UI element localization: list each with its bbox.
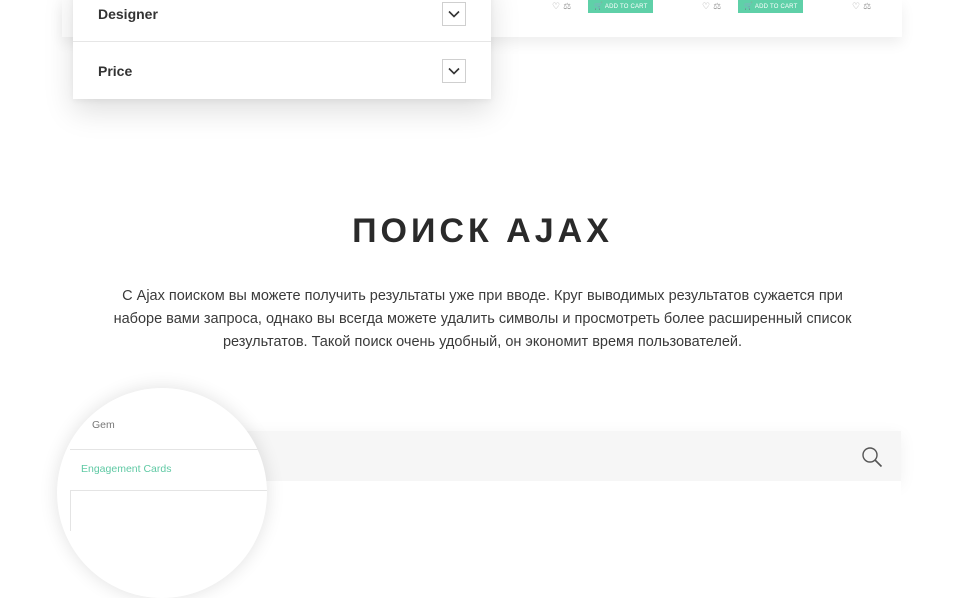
search-icon[interactable] [861,446,883,473]
compare-icon[interactable]: ⚖ [563,2,571,11]
add-to-cart-label: ADD TO CART [754,4,798,10]
compare-icon[interactable]: ⚖ [713,2,721,11]
add-to-cart-label: ADD TO CART [604,4,648,10]
suggestion-item[interactable]: Gem [70,414,267,436]
suggestion-item-active[interactable]: Engagement Cards [70,449,267,491]
cart-icon: 🛒 [594,3,603,10]
cart-icon: 🛒 [744,3,753,10]
compare-icon[interactable]: ⚖ [863,2,871,11]
section-title: ПОИСК AJAX [352,212,613,250]
filter-panel: Designer Price [73,0,491,99]
add-to-cart-button[interactable]: 🛒 ADD TO CART [738,0,804,13]
chevron-down-icon[interactable] [442,1,466,26]
search-suggestions-magnifier: Gem Engagement Cards [57,388,267,598]
chevron-down-icon[interactable] [442,59,466,83]
heart-icon[interactable]: ♡ [852,2,860,11]
product-actions: ♡ ⚖ [702,0,721,13]
section-description: С Ajax поиском вы можете получить резуль… [113,288,852,350]
suggestion-item[interactable] [70,491,267,531]
filter-designer[interactable]: Designer [73,0,491,42]
product-actions: ♡ ⚖ [852,0,871,13]
search-input[interactable] [170,431,901,482]
add-to-cart-button[interactable]: 🛒 ADD TO CART [588,0,654,13]
heart-icon[interactable]: ♡ [552,2,560,11]
filter-label: Designer [98,5,158,22]
filter-price[interactable]: Price [73,43,491,99]
product-actions: ♡ ⚖ [552,0,571,13]
filter-label: Price [98,63,133,79]
heart-icon[interactable]: ♡ [702,2,710,11]
search-results-area [170,481,901,500]
